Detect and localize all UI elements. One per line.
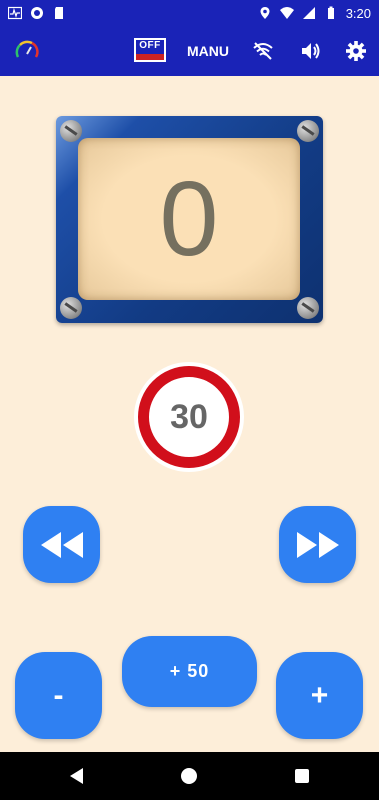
screw-icon xyxy=(60,297,82,319)
off-status-button[interactable]: OFF xyxy=(134,38,166,62)
status-bar: 3:20 xyxy=(0,0,379,26)
fast-forward-icon xyxy=(296,531,339,558)
screw-icon xyxy=(60,120,82,142)
activity-icon xyxy=(8,6,22,20)
fast-forward-button[interactable] xyxy=(279,506,356,583)
gear-icon[interactable] xyxy=(345,40,367,62)
recents-icon[interactable] xyxy=(295,769,309,783)
volume-icon[interactable] xyxy=(299,40,321,62)
mode-label[interactable]: MANU xyxy=(187,43,229,59)
add-50-button[interactable]: + 50 xyxy=(122,636,257,707)
speed-limit-ring: 30 xyxy=(138,366,240,468)
signal-icon xyxy=(302,7,315,19)
battery-icon xyxy=(327,6,334,19)
back-icon[interactable] xyxy=(70,768,83,784)
speedometer-icon[interactable] xyxy=(14,38,40,64)
counter-display: 0 xyxy=(78,138,300,300)
system-nav-bar xyxy=(0,752,379,800)
home-icon[interactable] xyxy=(181,768,197,784)
app-bar: OFF MANU xyxy=(0,26,379,76)
wifi-icon xyxy=(279,7,294,19)
decrement-button[interactable]: - xyxy=(15,652,102,739)
counter-frame: 0 xyxy=(56,116,323,323)
rewind-button[interactable] xyxy=(23,506,100,583)
speed-limit-sign[interactable]: 30 xyxy=(134,362,244,472)
screw-icon xyxy=(297,297,319,319)
screw-icon xyxy=(297,120,319,142)
sd-card-icon xyxy=(55,7,63,19)
increment-button[interactable]: + xyxy=(276,652,363,739)
status-time: 3:20 xyxy=(345,5,371,21)
counter-value: 0 xyxy=(159,159,219,278)
wifi-off-icon[interactable] xyxy=(252,40,274,62)
circle-app-icon xyxy=(31,7,43,19)
location-icon xyxy=(260,7,270,19)
rewind-icon xyxy=(40,531,83,558)
off-badge-bar xyxy=(136,54,164,60)
off-badge-label: OFF xyxy=(139,40,161,51)
speed-limit-value: 30 xyxy=(170,397,208,436)
